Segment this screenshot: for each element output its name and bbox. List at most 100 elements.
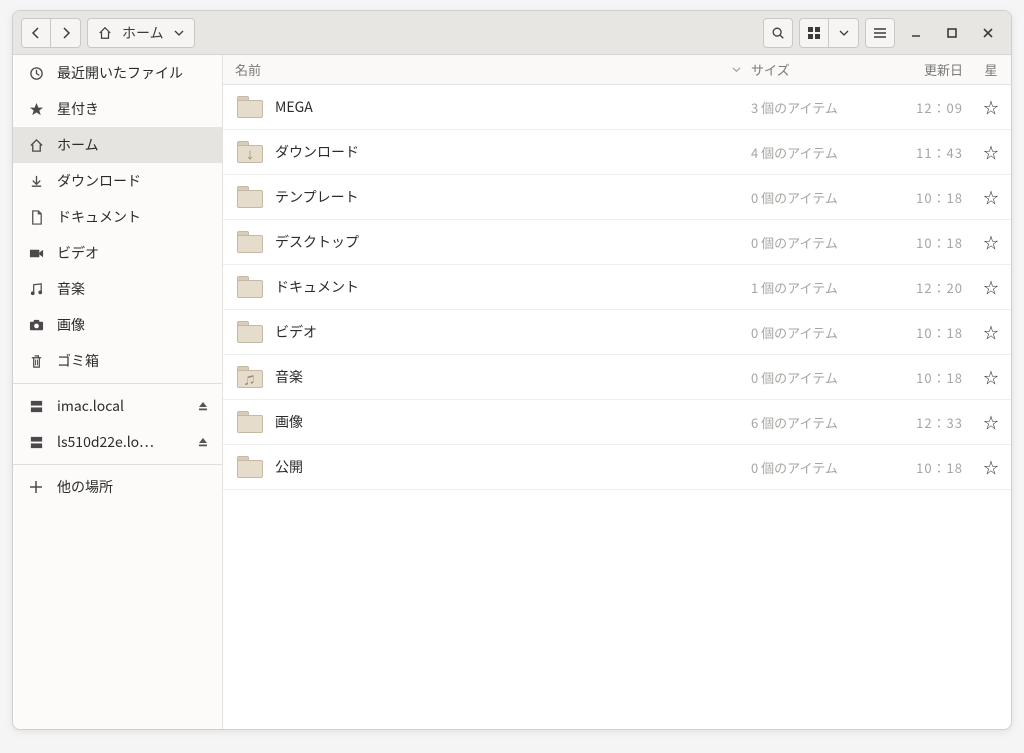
file-name: テンプレート [275, 187, 359, 207]
file-date: 10：18 [891, 188, 971, 207]
file-name: 公開 [275, 457, 303, 477]
eject-button[interactable] [192, 395, 214, 417]
forward-button[interactable] [51, 18, 81, 48]
minimize-icon [910, 27, 922, 39]
search-icon [771, 26, 785, 40]
eject-icon [197, 436, 209, 448]
sidebar-item-label: 画像 [57, 315, 85, 335]
server-icon [27, 399, 45, 414]
file-name: デスクトップ [275, 232, 359, 252]
sidebar: 最近開いたファイル 星付き ホーム ダウンロード [13, 55, 223, 729]
file-size: 6 個のアイテム [751, 413, 891, 432]
caret-down-icon [839, 28, 849, 38]
sidebar-item-label: ダウンロード [57, 171, 141, 191]
sidebar-item-label: ビデオ [57, 243, 99, 263]
maximize-button[interactable] [937, 18, 967, 48]
star-toggle[interactable]: ☆ [971, 457, 1011, 478]
search-button[interactable] [763, 18, 793, 48]
home-icon [98, 26, 112, 40]
sidebar-item-home[interactable]: ホーム [13, 127, 222, 163]
sidebar-item-documents[interactable]: ドキュメント [13, 199, 222, 235]
file-row[interactable]: デスクトップ 0 個のアイテム 10：18 ☆ [223, 220, 1011, 265]
file-manager-window: ホーム [12, 10, 1012, 730]
sidebar-item-label: 最近開いたファイル [57, 63, 183, 83]
sidebar-item-trash[interactable]: ゴミ箱 [13, 343, 222, 379]
star-toggle[interactable]: ☆ [971, 277, 1011, 298]
file-date: 10：18 [891, 323, 971, 342]
view-menu-button[interactable] [829, 18, 859, 48]
folder-icon [237, 276, 263, 298]
file-size: 3 個のアイテム [751, 98, 891, 117]
col-header-date[interactable]: 更新日 [891, 60, 971, 79]
sidebar-item-downloads[interactable]: ダウンロード [13, 163, 222, 199]
sidebar-item-label: 星付き [57, 99, 99, 119]
file-row[interactable]: ♫ 音楽 0 個のアイテム 10：18 ☆ [223, 355, 1011, 400]
sidebar-item-label: 他の場所 [57, 477, 113, 497]
server-icon [27, 435, 45, 450]
star-toggle[interactable]: ☆ [971, 412, 1011, 433]
hamburger-menu-button[interactable] [865, 18, 895, 48]
file-row[interactable]: 公開 0 個のアイテム 10：18 ☆ [223, 445, 1011, 490]
maximize-icon [946, 27, 958, 39]
music-icon [27, 282, 45, 297]
camera-icon [27, 318, 45, 333]
hamburger-icon [873, 26, 887, 40]
folder-icon [237, 411, 263, 433]
file-date: 10：18 [891, 368, 971, 387]
col-header-size[interactable]: サイズ [751, 60, 891, 79]
star-toggle[interactable]: ☆ [971, 367, 1011, 388]
file-row[interactable]: MEGA 3 個のアイテム 12：09 ☆ [223, 85, 1011, 130]
file-row[interactable]: ↓ ダウンロード 4 個のアイテム 11：43 ☆ [223, 130, 1011, 175]
star-toggle[interactable]: ☆ [971, 187, 1011, 208]
folder-icon: ♫ [237, 366, 263, 388]
sidebar-item-label: ls510d22e.lo… [57, 432, 154, 452]
eject-button[interactable] [192, 431, 214, 453]
grid-view-button[interactable] [799, 18, 829, 48]
caret-down-icon [174, 28, 184, 38]
sidebar-item-label: ドキュメント [57, 207, 141, 227]
path-bar[interactable]: ホーム [87, 18, 195, 48]
sidebar-item-videos[interactable]: ビデオ [13, 235, 222, 271]
file-row[interactable]: テンプレート 0 個のアイテム 10：18 ☆ [223, 175, 1011, 220]
chevron-right-icon [60, 27, 72, 39]
file-row[interactable]: ビデオ 0 個のアイテム 10：18 ☆ [223, 310, 1011, 355]
file-row[interactable]: ドキュメント 1 個のアイテム 12：20 ☆ [223, 265, 1011, 310]
close-button[interactable] [973, 18, 1003, 48]
col-header-star[interactable]: 星 [971, 60, 1011, 79]
file-name: 画像 [275, 412, 303, 432]
star-toggle[interactable]: ☆ [971, 322, 1011, 343]
file-date: 10：18 [891, 233, 971, 252]
clock-icon [27, 66, 45, 81]
main-pane: 名前 サイズ 更新日 星 MEGA 3 個のアイテム 12：09 ☆ [223, 55, 1011, 729]
sidebar-item-pictures[interactable]: 画像 [13, 307, 222, 343]
folder-icon [237, 96, 263, 118]
file-size: 0 個のアイテム [751, 233, 891, 252]
star-toggle[interactable]: ☆ [971, 97, 1011, 118]
sidebar-item-music[interactable]: 音楽 [13, 271, 222, 307]
sidebar-item-network-1[interactable]: imac.local [13, 388, 222, 424]
sidebar-item-other-locations[interactable]: 他の場所 [13, 469, 222, 505]
file-date: 12：20 [891, 278, 971, 297]
file-name: ダウンロード [275, 142, 359, 162]
sidebar-item-recent[interactable]: 最近開いたファイル [13, 55, 222, 91]
sidebar-item-starred[interactable]: 星付き [13, 91, 222, 127]
plus-icon [27, 480, 45, 494]
minimize-button[interactable] [901, 18, 931, 48]
star-toggle[interactable]: ☆ [971, 142, 1011, 163]
caret-down-icon [732, 65, 741, 74]
file-name: ドキュメント [275, 277, 359, 297]
star-toggle[interactable]: ☆ [971, 232, 1011, 253]
document-icon [27, 210, 45, 225]
file-date: 12：33 [891, 413, 971, 432]
sort-indicator [732, 65, 741, 74]
file-size: 0 個のアイテム [751, 323, 891, 342]
col-header-name[interactable]: 名前 [223, 60, 751, 79]
file-name: ビデオ [275, 322, 317, 342]
file-row[interactable]: 画像 6 個のアイテム 12：33 ☆ [223, 400, 1011, 445]
file-name: 音楽 [275, 367, 303, 387]
grid-icon [807, 26, 821, 40]
back-button[interactable] [21, 18, 51, 48]
folder-icon [237, 456, 263, 478]
sidebar-item-network-2[interactable]: ls510d22e.lo… [13, 424, 222, 460]
folder-icon [237, 186, 263, 208]
